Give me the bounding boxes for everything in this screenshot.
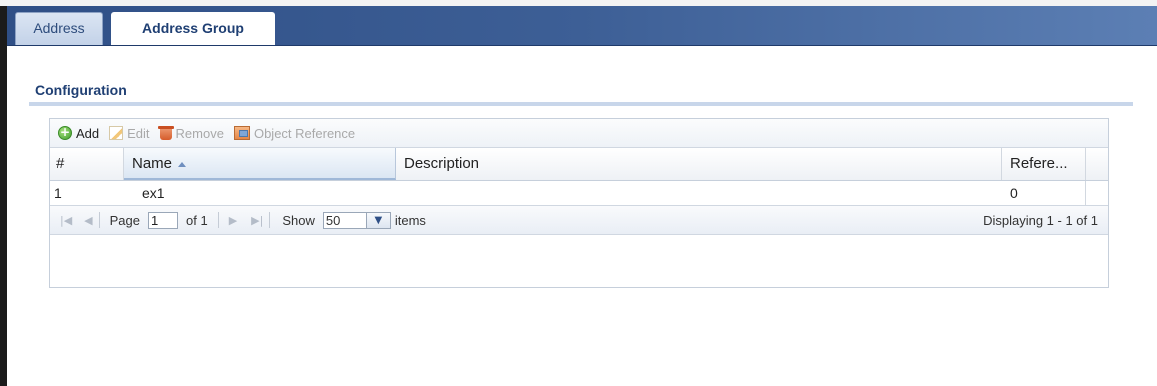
remove-button[interactable]: Remove: [157, 125, 224, 141]
tab-address[interactable]: Address: [15, 12, 103, 45]
edit-label: Edit: [127, 125, 150, 141]
edit-button[interactable]: Edit: [109, 125, 150, 141]
pager-separator: [269, 212, 271, 228]
page-count: of 1: [186, 212, 208, 228]
left-edge: [0, 6, 7, 386]
chevron-down-icon[interactable]: ▼: [366, 211, 391, 229]
next-page-icon[interactable]: ▶: [229, 214, 237, 227]
pager-separator: [98, 212, 100, 228]
add-button[interactable]: Add: [58, 125, 100, 141]
add-icon: [58, 125, 72, 140]
object-reference-icon: [233, 126, 250, 140]
column-header-references[interactable]: Refere...: [1002, 148, 1086, 180]
table-header: # Name Description Refere...: [50, 148, 1108, 181]
column-header-number[interactable]: #: [50, 148, 124, 180]
column-header-name[interactable]: Name: [124, 148, 396, 180]
page-size-control: Show 50 ▼ items: [278, 211, 430, 229]
add-label: Add: [76, 125, 100, 141]
page-number-input[interactable]: [148, 211, 179, 229]
displaying-status: Displaying 1 - 1 of 1: [983, 212, 1098, 228]
previous-page-icon[interactable]: ◀: [84, 214, 92, 227]
page-label: Page: [109, 212, 141, 228]
first-page-icon[interactable]: |◀: [60, 214, 72, 227]
section-divider: [29, 102, 1133, 106]
object-reference-label: Object Reference: [253, 125, 356, 141]
table-row[interactable]: 1 ex1 0: [50, 181, 1108, 206]
show-label: Show: [282, 212, 315, 228]
cell-number: 1: [54, 185, 62, 201]
table-toolbar: Add Edit Remove Object Reference: [50, 119, 1108, 148]
cell-references: 0: [1002, 181, 1086, 205]
cell-name: ex1: [142, 185, 165, 201]
app-window: Address Address Group Configuration Add …: [0, 0, 1157, 386]
object-reference-button[interactable]: Object Reference: [233, 125, 356, 141]
sort-ascending-icon: [178, 161, 187, 167]
items-label: items: [394, 212, 426, 228]
address-group-table: Add Edit Remove Object Reference #: [49, 118, 1109, 288]
trash-icon: [157, 126, 174, 140]
tab-address-group[interactable]: Address Group: [111, 12, 275, 45]
content-area: Configuration Add Edit Remove Objec: [7, 46, 1157, 386]
cell-description: [396, 181, 1002, 205]
column-header-filler: [1086, 148, 1108, 180]
column-header-name-label: Name: [132, 155, 173, 172]
page-size-select[interactable]: 50: [322, 211, 367, 229]
column-header-description[interactable]: Description: [396, 148, 1002, 180]
section-title: Configuration: [35, 82, 127, 98]
pager-separator: [217, 212, 219, 228]
tab-bar: Address Address Group: [7, 6, 1157, 46]
remove-label: Remove: [175, 125, 224, 141]
pagination-bar: |◀ ◀ Page of 1 ▶ ▶| Show 50 ▼ items Disp…: [50, 205, 1108, 235]
edit-icon: [109, 126, 124, 140]
last-page-icon[interactable]: ▶|: [251, 214, 263, 227]
